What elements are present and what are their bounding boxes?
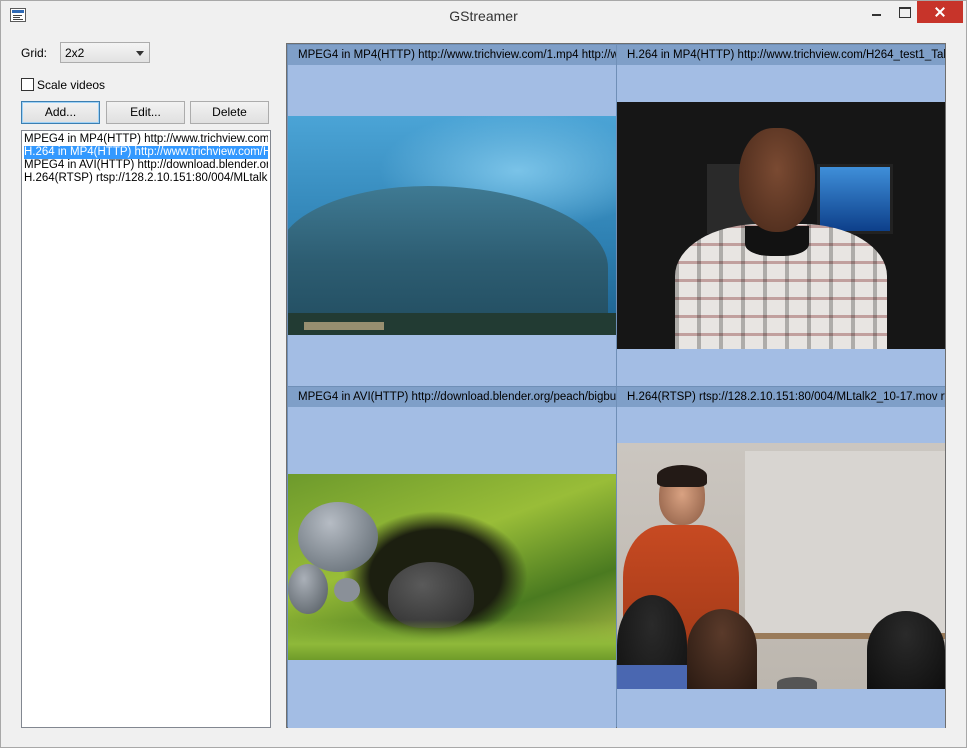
grid-select-value: 2x2 (65, 46, 85, 60)
list-item[interactable]: MPEG4 in AVI(HTTP) http://download.blend… (24, 159, 268, 172)
video-grid: MPEG4 in MP4(HTTP) http://www.trichview.… (286, 43, 946, 728)
grid-select[interactable]: 2x2 (60, 42, 150, 63)
window-title: GStreamer (449, 8, 518, 24)
scale-videos-label[interactable]: Scale videos (37, 78, 105, 92)
video-frame (617, 443, 945, 689)
edit-button[interactable]: Edit... (106, 101, 185, 124)
close-button[interactable] (917, 1, 963, 23)
video-cell-3[interactable]: MPEG4 in AVI(HTTP) http://download.blend… (288, 387, 616, 728)
video-caption: MPEG4 in AVI(HTTP) http://download.blend… (288, 387, 616, 407)
video-watermark (304, 322, 384, 330)
video-frame (617, 102, 945, 349)
gstreamer-window: GStreamer Grid: 2x2 Scale videos Add... … (0, 0, 967, 748)
video-cell-2[interactable]: H.264 in MP4(HTTP) http://www.trichview.… (617, 45, 945, 386)
add-button[interactable]: Add... (21, 101, 100, 124)
title-bar[interactable]: GStreamer (1, 1, 966, 31)
video-cell-4[interactable]: H.264(RTSP) rtsp://128.2.10.151:80/004/M… (617, 387, 945, 728)
list-item[interactable]: H.264 in MP4(HTTP) http://www.trichview.… (24, 146, 268, 159)
stream-list[interactable]: MPEG4 in MP4(HTTP) http://www.trichview.… (21, 130, 271, 728)
video-frame (288, 116, 616, 335)
maximize-button[interactable] (891, 1, 917, 23)
video-caption: H.264(RTSP) rtsp://128.2.10.151:80/004/M… (617, 387, 945, 407)
list-item[interactable]: H.264(RTSP) rtsp://128.2.10.151:80/004/M… (24, 172, 268, 185)
video-frame (288, 474, 616, 660)
chevron-down-icon (136, 51, 144, 56)
video-caption: MPEG4 in MP4(HTTP) http://www.trichview.… (288, 45, 616, 65)
scale-videos-checkbox[interactable] (21, 78, 34, 91)
minimize-button[interactable] (863, 1, 891, 23)
video-cell-1[interactable]: MPEG4 in MP4(HTTP) http://www.trichview.… (288, 45, 616, 386)
list-item[interactable]: MPEG4 in MP4(HTTP) http://www.trichview.… (24, 133, 268, 146)
delete-button[interactable]: Delete (190, 101, 269, 124)
grid-label: Grid: (21, 46, 48, 60)
video-caption: H.264 in MP4(HTTP) http://www.trichview.… (617, 45, 945, 65)
